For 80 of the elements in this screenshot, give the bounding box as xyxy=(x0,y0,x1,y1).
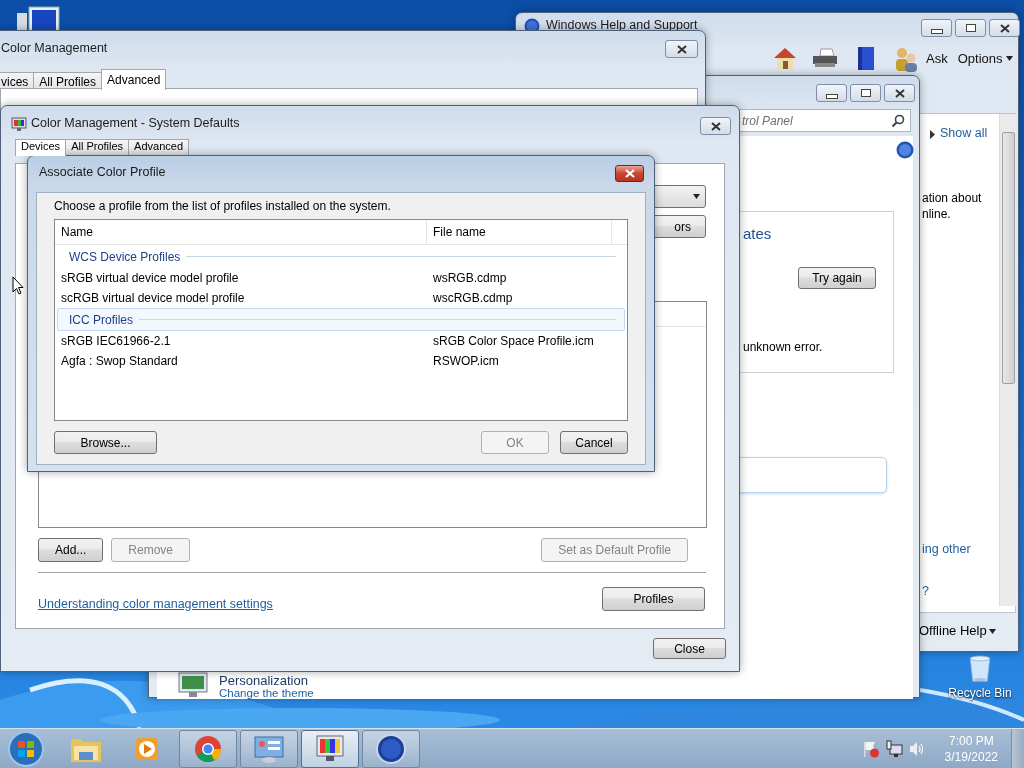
dropdown-arrow-icon xyxy=(693,194,700,199)
maximize-button[interactable] xyxy=(955,19,986,37)
action-button[interactable]: Add... xyxy=(38,538,104,562)
close-button[interactable] xyxy=(700,117,731,135)
close-button[interactable]: Close xyxy=(653,638,726,659)
item-title[interactable]: Personalization xyxy=(219,673,308,688)
taskbar-button[interactable] xyxy=(179,729,237,768)
show-all-link[interactable]: Show all xyxy=(940,126,988,140)
offline-help-menu[interactable]: Offline Help xyxy=(919,623,987,638)
close-icon xyxy=(624,169,635,178)
desktop-icon-label[interactable]: Recycle Bin xyxy=(948,686,1012,700)
dialog-button[interactable]: Cancel xyxy=(560,431,628,454)
close-button[interactable] xyxy=(884,84,915,102)
minimize-button[interactable] xyxy=(921,19,952,37)
scrollbar[interactable] xyxy=(999,114,1016,606)
close-icon xyxy=(676,44,687,54)
window-title: Color Management - System Defaults xyxy=(31,116,240,130)
control-panel-icon xyxy=(253,733,285,764)
home-icon[interactable] xyxy=(772,46,798,70)
help-text: ation about nline. xyxy=(922,190,982,222)
group-header[interactable]: ICC Profiles xyxy=(57,308,625,331)
taskbar-button[interactable] xyxy=(362,729,420,768)
taskbar-button[interactable] xyxy=(301,729,359,768)
help-link[interactable]: Understanding color management settings xyxy=(38,597,273,611)
minimize-button[interactable] xyxy=(816,84,847,102)
toolbar-button[interactable]: Ask xyxy=(926,51,948,66)
file-name[interactable]: RSWOP.icm xyxy=(427,354,612,368)
tab[interactable]: Devices xyxy=(15,139,67,156)
group-header[interactable]: WCS Device Profiles xyxy=(57,245,625,268)
prompt-text: Choose a profile from the list of profiles installed on the system. xyxy=(54,199,392,215)
close-button[interactable] xyxy=(615,165,644,182)
profile-name[interactable]: sRGB IEC61966-2.1 xyxy=(55,334,427,348)
panel-heading: ates xyxy=(743,225,772,242)
browser-icon xyxy=(193,733,223,764)
taskbar-button[interactable] xyxy=(240,729,298,768)
error-message: unknown error. xyxy=(743,339,823,355)
dropdown-arrow-icon xyxy=(1006,56,1014,61)
dialog-button[interactable]: Browse... xyxy=(54,431,157,454)
close-icon xyxy=(894,88,905,98)
profile-name[interactable]: scRGB virtual device model profile xyxy=(55,291,427,305)
profile-list[interactable] xyxy=(54,219,628,421)
color-monitor-icon xyxy=(314,733,346,764)
action-center-flag-icon[interactable] xyxy=(861,739,880,758)
people-icon[interactable] xyxy=(894,45,918,73)
file-name[interactable]: wsRGB.cdmp xyxy=(427,271,612,285)
expand-arrow-icon[interactable] xyxy=(930,130,935,139)
window-title: Color Management xyxy=(1,41,108,55)
profile-name[interactable]: sRGB virtual device model profile xyxy=(55,271,427,285)
close-icon xyxy=(710,121,721,131)
column-header[interactable]: File name xyxy=(427,220,612,244)
toolbar-button[interactable]: Options xyxy=(957,51,1014,66)
column-header[interactable]: Name xyxy=(55,220,427,244)
computer-icon[interactable] xyxy=(15,5,60,31)
file-name[interactable]: sRGB Color Space Profile.icm xyxy=(427,334,612,348)
search-field[interactable]: trol Panel xyxy=(737,109,911,132)
close-button[interactable] xyxy=(989,19,1020,37)
date: 3/19/2022 xyxy=(944,748,998,765)
help-link[interactable]: ing other xyxy=(922,542,971,556)
search-icon xyxy=(891,113,905,128)
change-theme-link[interactable]: Change the theme xyxy=(219,687,314,699)
tab[interactable]: Advanced xyxy=(101,69,167,90)
printer-icon[interactable] xyxy=(812,48,838,68)
profile-name[interactable]: Agfa : Swop Standard xyxy=(55,354,427,368)
close-icon xyxy=(999,23,1010,33)
window-title: Windows Help and Support xyxy=(546,18,698,32)
close-button[interactable] xyxy=(665,40,698,58)
network-icon[interactable] xyxy=(884,739,903,758)
dialog-title: Associate Color Profile xyxy=(39,165,166,179)
book-icon[interactable] xyxy=(856,46,876,72)
profiles-button[interactable]: Profiles xyxy=(602,587,705,611)
monitor-icon[interactable] xyxy=(177,672,209,698)
recycle-bin-icon[interactable] xyxy=(967,655,993,683)
dropdown-arrow-icon[interactable] xyxy=(989,629,996,634)
monitor-icon xyxy=(11,117,27,132)
time: 7:00 PM xyxy=(948,732,994,749)
maximize-button[interactable] xyxy=(850,84,881,102)
try-again-button[interactable]: Try again xyxy=(798,267,876,289)
help-link[interactable]: ? xyxy=(922,584,929,598)
start-button[interactable] xyxy=(7,729,45,768)
file-name[interactable]: wscRGB.cdmp xyxy=(427,291,612,305)
